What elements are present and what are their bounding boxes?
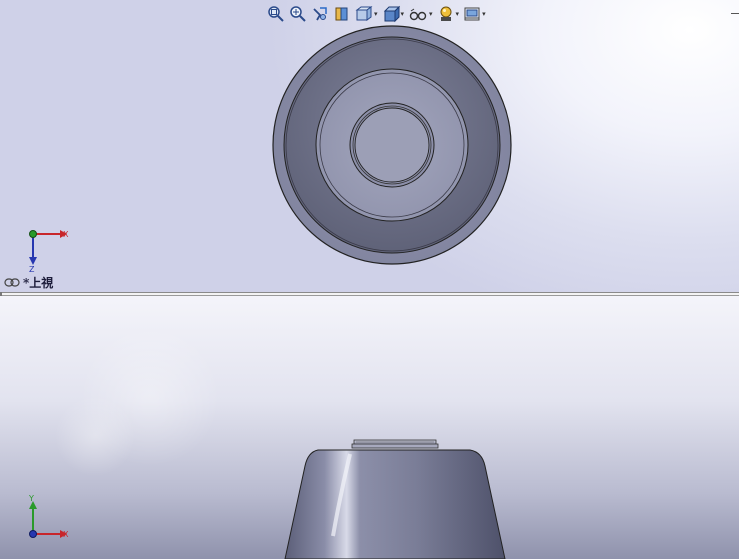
bottom-viewport[interactable]: Y X [0, 296, 739, 559]
previous-view-icon[interactable] [310, 4, 330, 24]
top-viewport[interactable]: ▾ ▾ ▾ ▾ ▾ X Z *上視 [0, 0, 739, 292]
chevron-down-icon: ▾ [455, 9, 460, 18]
heads-up-view-toolbar: ▾ ▾ ▾ ▾ ▾ [266, 3, 487, 25]
chevron-down-icon: ▾ [429, 9, 433, 18]
hub-inner [354, 107, 430, 183]
display-style-icon[interactable]: ▾ [381, 4, 406, 24]
hide-show-items-icon[interactable]: ▾ [407, 4, 434, 24]
axis-label-x: X [63, 530, 69, 539]
triad-origin [29, 530, 37, 538]
chevron-down-icon: ▾ [482, 9, 486, 18]
section-view-icon[interactable] [332, 4, 352, 24]
axis-label-y: Y [29, 494, 34, 503]
front-view-model[interactable] [0, 296, 739, 559]
view-name-label: *上視 [4, 274, 53, 291]
axis-label-z: Z [29, 265, 35, 274]
top-view-model[interactable] [0, 0, 739, 292]
model-body [284, 449, 506, 559]
chevron-down-icon: ▾ [374, 9, 378, 18]
viewport-menu-mark[interactable] [731, 13, 739, 14]
zoom-to-fit-icon[interactable] [266, 4, 286, 24]
axis-label-x: X [63, 230, 69, 239]
view-name: *上視 [23, 276, 54, 290]
triad-origin [29, 230, 37, 238]
link-views-icon[interactable] [4, 278, 20, 287]
apply-scene-icon[interactable]: ▾ [462, 4, 487, 24]
cap-step [351, 443, 439, 449]
view-orientation-icon[interactable]: ▾ [354, 4, 379, 24]
edit-appearance-icon[interactable]: ▾ [436, 4, 461, 24]
lens-flare [55, 396, 135, 476]
chevron-down-icon: ▾ [400, 9, 405, 18]
zoom-to-area-icon[interactable] [288, 4, 308, 24]
